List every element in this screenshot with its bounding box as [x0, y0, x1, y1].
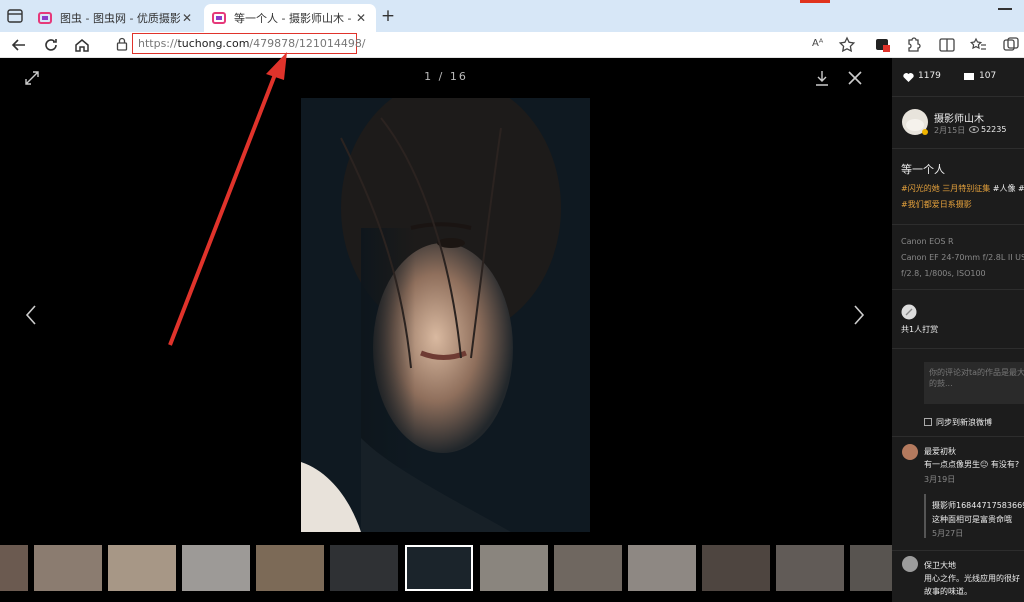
comment-text: 这种面相可是富贵命哦 [932, 515, 1012, 524]
thumbnail[interactable] [34, 545, 102, 591]
checkbox-icon[interactable] [924, 418, 932, 426]
commenter-name[interactable]: 保卫大地 [924, 560, 956, 571]
comment-date: 3月19日 [924, 475, 956, 484]
comment-text: 用心之作。光线应用的很好 [924, 574, 1020, 583]
read-aloud-icon[interactable]: Aᴬ [812, 38, 830, 56]
tag-link[interactable]: #闪光的她 [901, 184, 940, 193]
main-photo[interactable] [301, 98, 590, 532]
tab-current-photo[interactable]: 等一个人 - 摄影师山木 - 图虫 ✕ [204, 4, 376, 32]
thumbnail[interactable] [0, 545, 28, 591]
tuchong-favicon-icon [212, 12, 226, 24]
view-count: 52235 [981, 125, 1007, 134]
url-host: tuchong.com [177, 37, 250, 50]
tab-title: 等一个人 - 摄影师山木 - 图虫 [234, 12, 354, 25]
url-scheme: https:// [138, 37, 178, 50]
tip-avatar[interactable] [901, 304, 917, 320]
tab-strip: 图虫 - 图虫网 - 优质摄影师交流社区 ✕ 等一个人 - 摄影师山木 - 图虫… [0, 0, 1024, 32]
exif-camera: Canon EOS R [901, 237, 954, 246]
thumbnail[interactable] [702, 545, 770, 591]
split-screen-icon[interactable] [938, 36, 956, 54]
eye-views-icon [969, 126, 979, 133]
download-icon[interactable] [814, 69, 830, 87]
new-tab-button[interactable]: + [378, 6, 398, 26]
sync-weibo-label: 同步到新浪微博 [936, 418, 992, 427]
thumbnail[interactable] [554, 545, 622, 591]
refresh-icon[interactable] [41, 35, 61, 55]
previous-photo-arrow-icon[interactable] [24, 304, 38, 326]
photo-viewer: 1 / 16 [0, 58, 918, 602]
collections-icon[interactable] [1002, 36, 1020, 54]
close-tab-icon[interactable]: ✕ [180, 11, 194, 25]
like-count: 1179 [918, 71, 941, 81]
divider [892, 348, 1024, 349]
browser-toolbar: https://tuchong.com/479878/121014498/ Aᴬ [0, 32, 1024, 58]
exif-settings: f/2.8, 1/800s, ISO100 [901, 269, 986, 278]
thumbnail[interactable] [776, 545, 844, 591]
exif-lens: Canon EF 24-70mm f/2.8L II USM [901, 253, 1024, 262]
photo-counter: 1 / 16 [424, 70, 468, 83]
divider [892, 96, 1024, 97]
heart-like-icon[interactable] [902, 71, 915, 83]
tag-link[interactable]: #人像 [993, 184, 1016, 193]
fullscreen-expand-icon[interactable] [24, 70, 40, 86]
tip-count: 共1人打赏 [901, 325, 939, 334]
comment-text: 有一点点像男生😐 有没有? [924, 460, 1020, 469]
divider [892, 224, 1024, 225]
divider [892, 148, 1024, 149]
commenter-avatar[interactable] [902, 556, 918, 572]
thumbnail-strip [0, 545, 918, 595]
divider [892, 550, 1024, 551]
post-title: 等一个人 [901, 163, 945, 176]
lock-icon[interactable] [116, 37, 128, 51]
comment-bubble-icon[interactable] [963, 72, 975, 82]
thumbnail[interactable] [182, 545, 250, 591]
url-highlight-box[interactable]: https://tuchong.com/479878/121014498/ [132, 33, 366, 54]
author-avatar[interactable] [901, 108, 929, 136]
photo-info-panel: 1179 107 摄影师山木 2月15日 52235 等一个人 #闪光的她 三月… [892, 58, 1024, 602]
divider [892, 436, 1024, 437]
comment-text: 故事的味道。 [924, 587, 972, 596]
favorite-star-icon[interactable] [838, 36, 856, 54]
commenter-name[interactable]: 最爱初秋 [924, 446, 956, 457]
url-text[interactable]: https://tuchong.com/479878/121014498/ [138, 37, 366, 50]
thumbnail[interactable] [108, 545, 176, 591]
tab-indicator [800, 0, 830, 3]
tab-title: 图虫 - 图虫网 - 优质摄影师交流社区 [60, 12, 180, 25]
next-photo-arrow-icon[interactable] [852, 304, 866, 326]
favorites-list-icon[interactable] [970, 36, 988, 54]
comment-count: 107 [979, 71, 997, 81]
tag-link[interactable]: # [1018, 184, 1024, 193]
tag-link[interactable]: #我们都爱日系摄影 [901, 199, 972, 210]
commenter-name[interactable]: 摄影师16844717583669 [932, 500, 1024, 511]
tuchong-favicon-icon [38, 12, 52, 24]
divider [892, 289, 1024, 290]
minimize-icon[interactable] [998, 8, 1012, 10]
comment-input[interactable]: 你的评论对ta的作品是最大的鼓... [924, 362, 1024, 404]
thumbnail[interactable] [480, 545, 548, 591]
sync-weibo-checkbox[interactable]: 同步到新浪微博 [924, 417, 992, 428]
post-date: 2月15日 [934, 126, 966, 135]
thumbnail-active[interactable] [405, 545, 473, 591]
puzzle-extensions-icon[interactable] [904, 36, 922, 54]
reply-indicator [924, 494, 926, 538]
tag-link[interactable]: 三月特别征集 [942, 184, 990, 193]
close-icon[interactable] [847, 70, 863, 86]
comment-date: 5月27日 [932, 529, 964, 538]
url-path: /479878/121014498/ [249, 37, 366, 50]
thumbnail[interactable] [330, 545, 398, 591]
tab-actions-icon[interactable] [6, 7, 24, 25]
thumbnail[interactable] [628, 545, 696, 591]
back-arrow-icon[interactable] [9, 35, 29, 55]
close-tab-icon[interactable]: ✕ [354, 11, 368, 25]
home-icon[interactable] [72, 35, 92, 55]
commenter-avatar[interactable] [902, 444, 918, 460]
author-name[interactable]: 摄影师山木 [934, 110, 984, 125]
tag-list: #闪光的她 三月特别征集 #人像 # [901, 183, 1024, 194]
tab-tuchong-home[interactable]: 图虫 - 图虫网 - 优质摄影师交流社区 ✕ [30, 4, 202, 32]
thumbnail[interactable] [256, 545, 324, 591]
extension-icon[interactable] [874, 36, 892, 54]
